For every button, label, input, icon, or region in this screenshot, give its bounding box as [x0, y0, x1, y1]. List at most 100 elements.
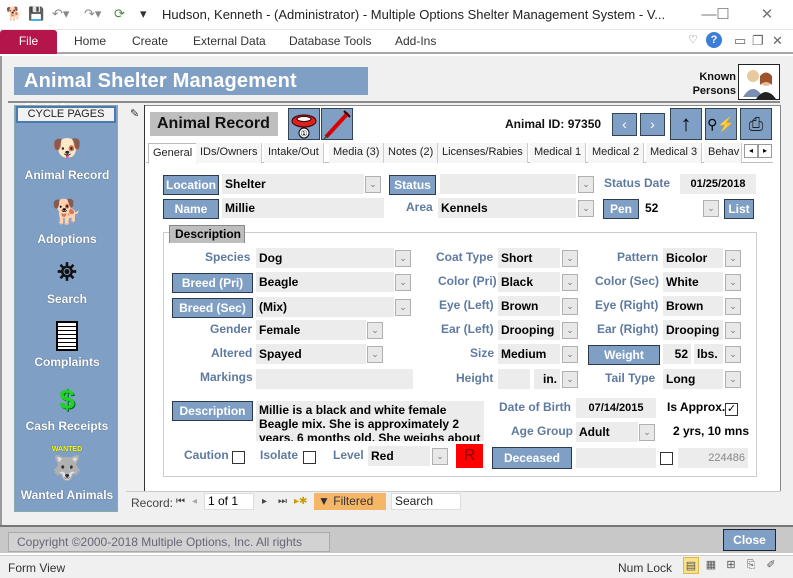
sidebar-item-complaints[interactable]: Complaints [15, 321, 119, 369]
tab-intake-out[interactable]: Intake/Out [264, 143, 324, 163]
tab-add-ins[interactable]: Add-Ins [395, 30, 436, 53]
layout-view-icon[interactable]: ⊞ [723, 557, 739, 574]
status-field[interactable] [440, 174, 576, 194]
record-position-input[interactable]: 1 of 1 [204, 493, 254, 510]
color-sec-dropdown[interactable]: ⌄ [725, 274, 741, 291]
print-button[interactable]: ⎙ [740, 108, 772, 140]
description-text[interactable]: Millie is a black and white female Beagl… [256, 401, 484, 441]
location-button[interactable]: Location [163, 175, 219, 195]
gender-dropdown[interactable]: ⌄ [367, 322, 383, 339]
tab-database-tools[interactable]: Database Tools [289, 30, 372, 53]
tab-behavior[interactable]: Behav [704, 143, 742, 163]
pattern-field[interactable]: Bicolor [663, 248, 723, 268]
breed-sec-field[interactable]: (Mix) [256, 297, 394, 317]
breed-sec-button[interactable]: Breed (Sec) [172, 298, 253, 318]
deceased-button[interactable]: Deceased [492, 447, 572, 469]
color-sec-field[interactable]: White [663, 272, 723, 292]
tab-notes[interactable]: Notes (2) [384, 143, 439, 163]
location-field[interactable]: Shelter [222, 174, 364, 194]
tab-ids-owners[interactable]: IDs/Owners [196, 143, 263, 163]
pen-dropdown[interactable]: ⌄ [703, 200, 719, 217]
tab-general[interactable]: General [148, 143, 198, 164]
size-field[interactable]: Medium [498, 344, 560, 364]
age-group-field[interactable]: Adult [576, 422, 638, 442]
ear-left-dropdown[interactable]: ⌄ [562, 322, 578, 339]
eye-left-field[interactable]: Brown [498, 296, 560, 316]
sidebar-item-animal-record[interactable]: 🐶 Animal Record [15, 134, 119, 182]
sidebar-item-adoptions[interactable]: 🐕 Adoptions [15, 198, 119, 246]
name-button[interactable]: Name [163, 199, 219, 219]
up-button[interactable]: ↑ [670, 108, 702, 140]
design-view-icon[interactable]: ⎘ [743, 557, 759, 574]
weight-unit-field[interactable]: lbs. [694, 344, 723, 364]
new-record-icon[interactable]: ▸✱ [294, 496, 307, 507]
breed-pri-field[interactable]: Beagle [256, 272, 394, 292]
size-dropdown[interactable]: ⌄ [562, 346, 578, 363]
close-button[interactable]: Close [723, 529, 776, 551]
next-record-icon[interactable]: ▸ [262, 496, 267, 507]
weight-unit-dropdown[interactable]: ⌄ [725, 346, 741, 363]
tab-external-data[interactable]: External Data [193, 30, 266, 53]
tab-home[interactable]: Home [74, 30, 106, 53]
eye-left-dropdown[interactable]: ⌄ [562, 298, 578, 315]
next-record-button[interactable]: › [640, 113, 665, 136]
height-unit-field[interactable]: in. [534, 369, 560, 389]
tab-medical-2[interactable]: Medical 2 [588, 143, 645, 163]
undo-icon[interactable]: ↶▾ [52, 6, 69, 24]
altered-dropdown[interactable]: ⌄ [367, 346, 383, 363]
tail-type-dropdown[interactable]: ⌄ [725, 371, 741, 388]
pen-field[interactable]: 52 [642, 198, 702, 218]
deceased-field[interactable] [576, 448, 656, 468]
record-search-input[interactable]: Search [391, 493, 461, 510]
tab-media[interactable]: Media (3) [329, 143, 385, 163]
tab-medical-1[interactable]: Medical 1 [530, 143, 587, 163]
weight-button[interactable]: Weight [588, 345, 660, 365]
isolate-checkbox[interactable] [303, 451, 316, 464]
last-record-icon[interactable]: ⏭ [278, 496, 287, 507]
gender-field[interactable]: Female [256, 320, 366, 340]
pen-button[interactable]: Pen [603, 199, 639, 219]
height-field[interactable] [498, 369, 530, 389]
tab-scroll-left[interactable]: ◂ [744, 144, 758, 158]
prev-record-icon[interactable]: ◂ [192, 496, 197, 507]
refresh-icon[interactable]: ⟳ [114, 6, 125, 24]
medical-button[interactable] [321, 108, 353, 140]
first-record-icon[interactable]: ⏮ [176, 496, 185, 507]
coat-type-field[interactable]: Short [498, 248, 560, 268]
species-dropdown[interactable]: ⌄ [395, 250, 411, 267]
tail-type-field[interactable]: Long [663, 369, 723, 389]
collapse-ribbon-icon[interactable]: ♡ [688, 33, 698, 46]
level-dropdown[interactable]: ⌄ [432, 448, 448, 465]
tab-create[interactable]: Create [132, 30, 168, 53]
breed-pri-button[interactable]: Breed (Pri) [172, 273, 253, 293]
color-pri-dropdown[interactable]: ⌄ [562, 274, 578, 291]
species-field[interactable]: Dog [256, 248, 394, 268]
status-date-field[interactable]: 01/25/2018 [680, 174, 756, 194]
help-icon[interactable]: ? [706, 32, 722, 48]
level-field[interactable]: Red [368, 446, 430, 466]
save-icon[interactable]: 💾 [28, 6, 44, 24]
close-db-icon[interactable]: ✕ [772, 33, 783, 49]
ear-left-field[interactable]: Drooping [498, 320, 560, 340]
name-field[interactable]: Millie [222, 198, 384, 218]
sidebar-item-cash-receipts[interactable]: $ Cash Receipts [15, 385, 119, 434]
coat-type-dropdown[interactable]: ⌄ [562, 250, 578, 267]
sidebar-item-wanted-animals[interactable]: WANTED 🐺 Wanted Animals [15, 446, 119, 502]
collar-button[interactable]: ① [288, 108, 320, 140]
description-button[interactable]: Description [172, 401, 253, 421]
record-selector[interactable] [126, 105, 145, 491]
filter-toggle[interactable]: ▼ Filtered [314, 493, 386, 510]
tab-licenses-rabies[interactable]: Licenses/Rabies [438, 143, 528, 163]
maximize-button[interactable]: ☐ [708, 4, 738, 26]
status-button[interactable]: Status [389, 175, 436, 195]
area-field[interactable]: Kennels [438, 198, 576, 218]
eye-right-field[interactable]: Brown [663, 296, 723, 316]
deceased-checkbox[interactable] [660, 452, 673, 465]
markings-field[interactable] [256, 369, 413, 389]
eye-right-dropdown[interactable]: ⌄ [725, 298, 741, 315]
tab-file[interactable]: File [0, 30, 57, 54]
redo-icon[interactable]: ↷▾ [84, 6, 101, 24]
list-button[interactable]: List [724, 199, 754, 219]
restore-db-icon[interactable]: ❐ [752, 33, 764, 49]
color-pri-field[interactable]: Black [498, 272, 560, 292]
